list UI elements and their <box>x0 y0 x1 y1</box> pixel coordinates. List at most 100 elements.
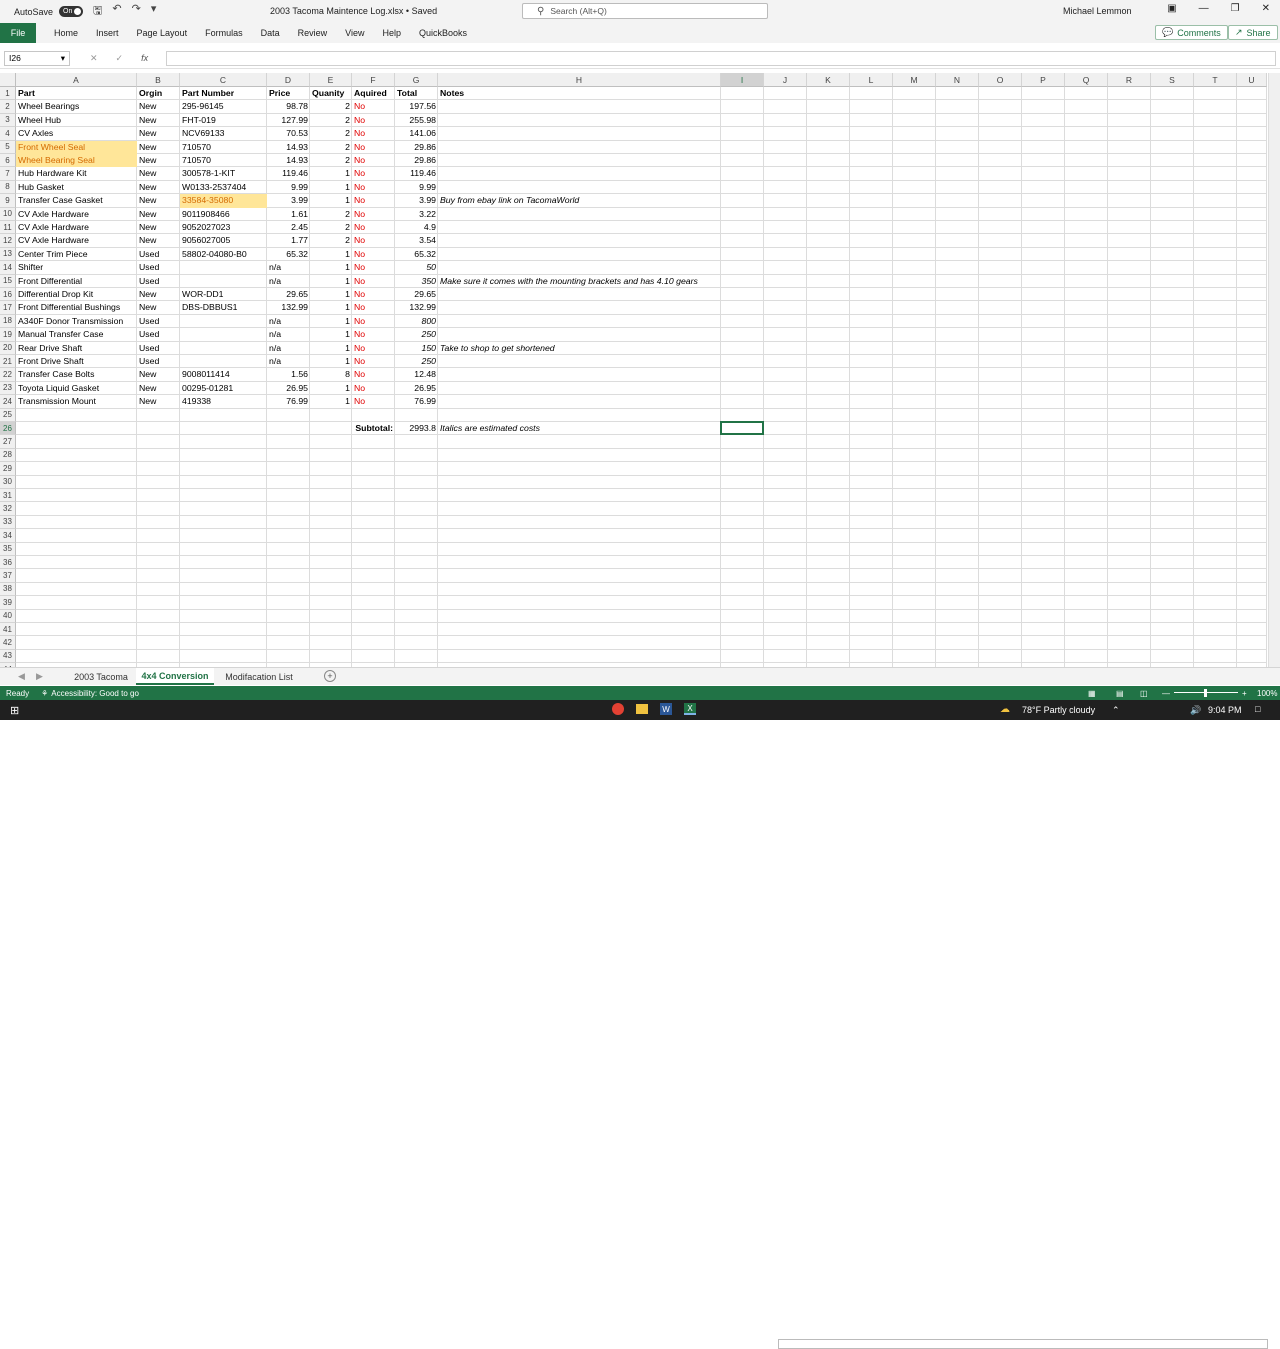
subtotal-value[interactable]: 2993.8 <box>395 422 438 435</box>
cell-price[interactable]: 127.99 <box>267 114 310 127</box>
cell-total[interactable]: 9.99 <box>395 181 438 194</box>
row-header-27[interactable]: 27 <box>0 435 16 449</box>
cell-part-number[interactable]: 58802-04080-B0 <box>180 248 267 261</box>
insert-function-button[interactable]: fx <box>141 53 148 64</box>
accessibility-status[interactable]: Accessibility: Good to go <box>51 689 139 698</box>
column-header-m[interactable]: M <box>893 73 936 87</box>
cell-orgin[interactable]: New <box>137 127 180 140</box>
cell-part-number[interactable]: 419338 <box>180 395 267 408</box>
cell-acquired[interactable]: No <box>352 248 395 261</box>
column-header-d[interactable]: D <box>267 73 310 87</box>
row-header-35[interactable]: 35 <box>0 542 16 556</box>
column-title-orgin[interactable]: Orgin <box>137 87 180 100</box>
cell-total[interactable]: 250 <box>395 355 438 368</box>
row-header-21[interactable]: 21 <box>0 355 16 369</box>
column-header-s[interactable]: S <box>1151 73 1194 87</box>
row-header-24[interactable]: 24 <box>0 395 16 409</box>
cell-quantity[interactable]: 1 <box>310 194 352 207</box>
cell-orgin[interactable]: New <box>137 194 180 207</box>
row-header-11[interactable]: 11 <box>0 221 16 235</box>
cell-orgin[interactable]: New <box>137 208 180 221</box>
cell-part-number[interactable]: DBS-DBBUS1 <box>180 301 267 314</box>
formula-input[interactable] <box>166 51 1276 66</box>
cell-orgin[interactable]: New <box>137 181 180 194</box>
cell-part-number[interactable]: 710570 <box>180 154 267 167</box>
cell-quantity[interactable]: 2 <box>310 234 352 247</box>
cell-part[interactable]: Hub Hardware Kit <box>16 167 137 180</box>
cell-part[interactable]: Differential Drop Kit <box>16 288 137 301</box>
cell-price[interactable]: 14.93 <box>267 141 310 154</box>
cell-orgin[interactable]: Used <box>137 355 180 368</box>
close-icon[interactable]: ✕ <box>1262 3 1270 14</box>
column-header-q[interactable]: Q <box>1065 73 1108 87</box>
cell-part-number[interactable]: W0133-2537404 <box>180 181 267 194</box>
cell-orgin[interactable]: Used <box>137 328 180 341</box>
cell-total[interactable]: 26.95 <box>395 382 438 395</box>
column-header-e[interactable]: E <box>310 73 352 87</box>
horizontal-scrollbar[interactable] <box>778 1339 1268 1349</box>
row-header-18[interactable]: 18 <box>0 314 16 329</box>
cell-part[interactable]: Transfer Case Bolts <box>16 368 137 381</box>
column-title-total[interactable]: Total <box>395 87 438 100</box>
column-header-f[interactable]: F <box>352 73 395 87</box>
cell-orgin[interactable]: New <box>137 100 180 113</box>
cell-part[interactable]: Wheel Bearing Seal <box>16 154 137 168</box>
cell-part[interactable]: Front Wheel Seal <box>16 140 137 154</box>
cell-acquired[interactable]: No <box>352 355 395 368</box>
tab-view[interactable]: View <box>345 28 364 38</box>
cell-orgin[interactable]: New <box>137 167 180 180</box>
row-header-5[interactable]: 5 <box>0 140 16 154</box>
column-title-price[interactable]: Price <box>267 87 310 100</box>
cell-part-number[interactable]: NCV69133 <box>180 127 267 140</box>
row-header-2[interactable]: 2 <box>0 100 16 114</box>
cell-quantity[interactable]: 1 <box>310 342 352 355</box>
comments-button[interactable]: 💬 Comments <box>1155 25 1228 40</box>
cell-price[interactable]: 76.99 <box>267 395 310 408</box>
cell-acquired[interactable]: No <box>352 328 395 341</box>
row-header-36[interactable]: 36 <box>0 556 16 570</box>
cell-part[interactable]: Wheel Bearings <box>16 100 137 113</box>
row-header-28[interactable]: 28 <box>0 448 16 463</box>
volume-icon[interactable]: 🔊 <box>1190 705 1201 716</box>
cell-part[interactable]: Center Trim Piece <box>16 248 137 261</box>
cell-orgin[interactable]: New <box>137 234 180 247</box>
cell-orgin[interactable]: Used <box>137 342 180 355</box>
column-header-g[interactable]: G <box>395 73 438 87</box>
cell-part-number[interactable]: 33584-35080 <box>180 194 267 208</box>
cell-quantity[interactable]: 1 <box>310 261 352 274</box>
column-title-notes[interactable]: Notes <box>438 87 466 100</box>
tab-home[interactable]: Home <box>54 28 78 38</box>
cell-quantity[interactable]: 2 <box>310 208 352 221</box>
cell-price[interactable]: 26.95 <box>267 382 310 395</box>
cell-part-number[interactable]: 295-96145 <box>180 100 267 113</box>
column-header-i[interactable]: I <box>721 73 764 87</box>
excel-icon[interactable]: X <box>684 703 696 715</box>
cell-total[interactable]: 132.99 <box>395 301 438 314</box>
row-header-34[interactable]: 34 <box>0 529 16 543</box>
column-title-part-number[interactable]: Part Number <box>180 87 267 100</box>
cell-price[interactable]: 98.78 <box>267 100 310 113</box>
cell-price[interactable]: 119.46 <box>267 167 310 180</box>
vertical-scrollbar[interactable] <box>1268 73 1280 667</box>
cell-quantity[interactable]: 2 <box>310 141 352 154</box>
ribbon-display-icon[interactable]: ▣ <box>1167 3 1176 14</box>
row-header-37[interactable]: 37 <box>0 569 16 583</box>
column-title-quantity[interactable]: Quanity <box>310 87 352 100</box>
cell-total[interactable]: 119.46 <box>395 167 438 180</box>
cell-acquired[interactable]: No <box>352 368 395 381</box>
row-header-29[interactable]: 29 <box>0 462 16 476</box>
minimize-icon[interactable]: — <box>1199 3 1209 14</box>
row-header-40[interactable]: 40 <box>0 609 16 623</box>
cell-orgin[interactable]: Used <box>137 261 180 274</box>
column-title-part[interactable]: Part <box>16 87 137 100</box>
sheet-tab-4x4-conversion[interactable]: 4x4 Conversion <box>136 668 214 685</box>
cell-quantity[interactable]: 1 <box>310 181 352 194</box>
cell-price[interactable]: 1.56 <box>267 368 310 381</box>
cell-quantity[interactable]: 1 <box>310 301 352 314</box>
share-button[interactable]: ↗ Share <box>1228 25 1278 40</box>
zoom-slider-thumb[interactable] <box>1204 689 1207 697</box>
autosave-toggle[interactable]: On <box>59 6 84 17</box>
cell-orgin[interactable]: New <box>137 154 180 167</box>
cell-orgin[interactable]: New <box>137 114 180 127</box>
column-header-j[interactable]: J <box>764 73 807 87</box>
